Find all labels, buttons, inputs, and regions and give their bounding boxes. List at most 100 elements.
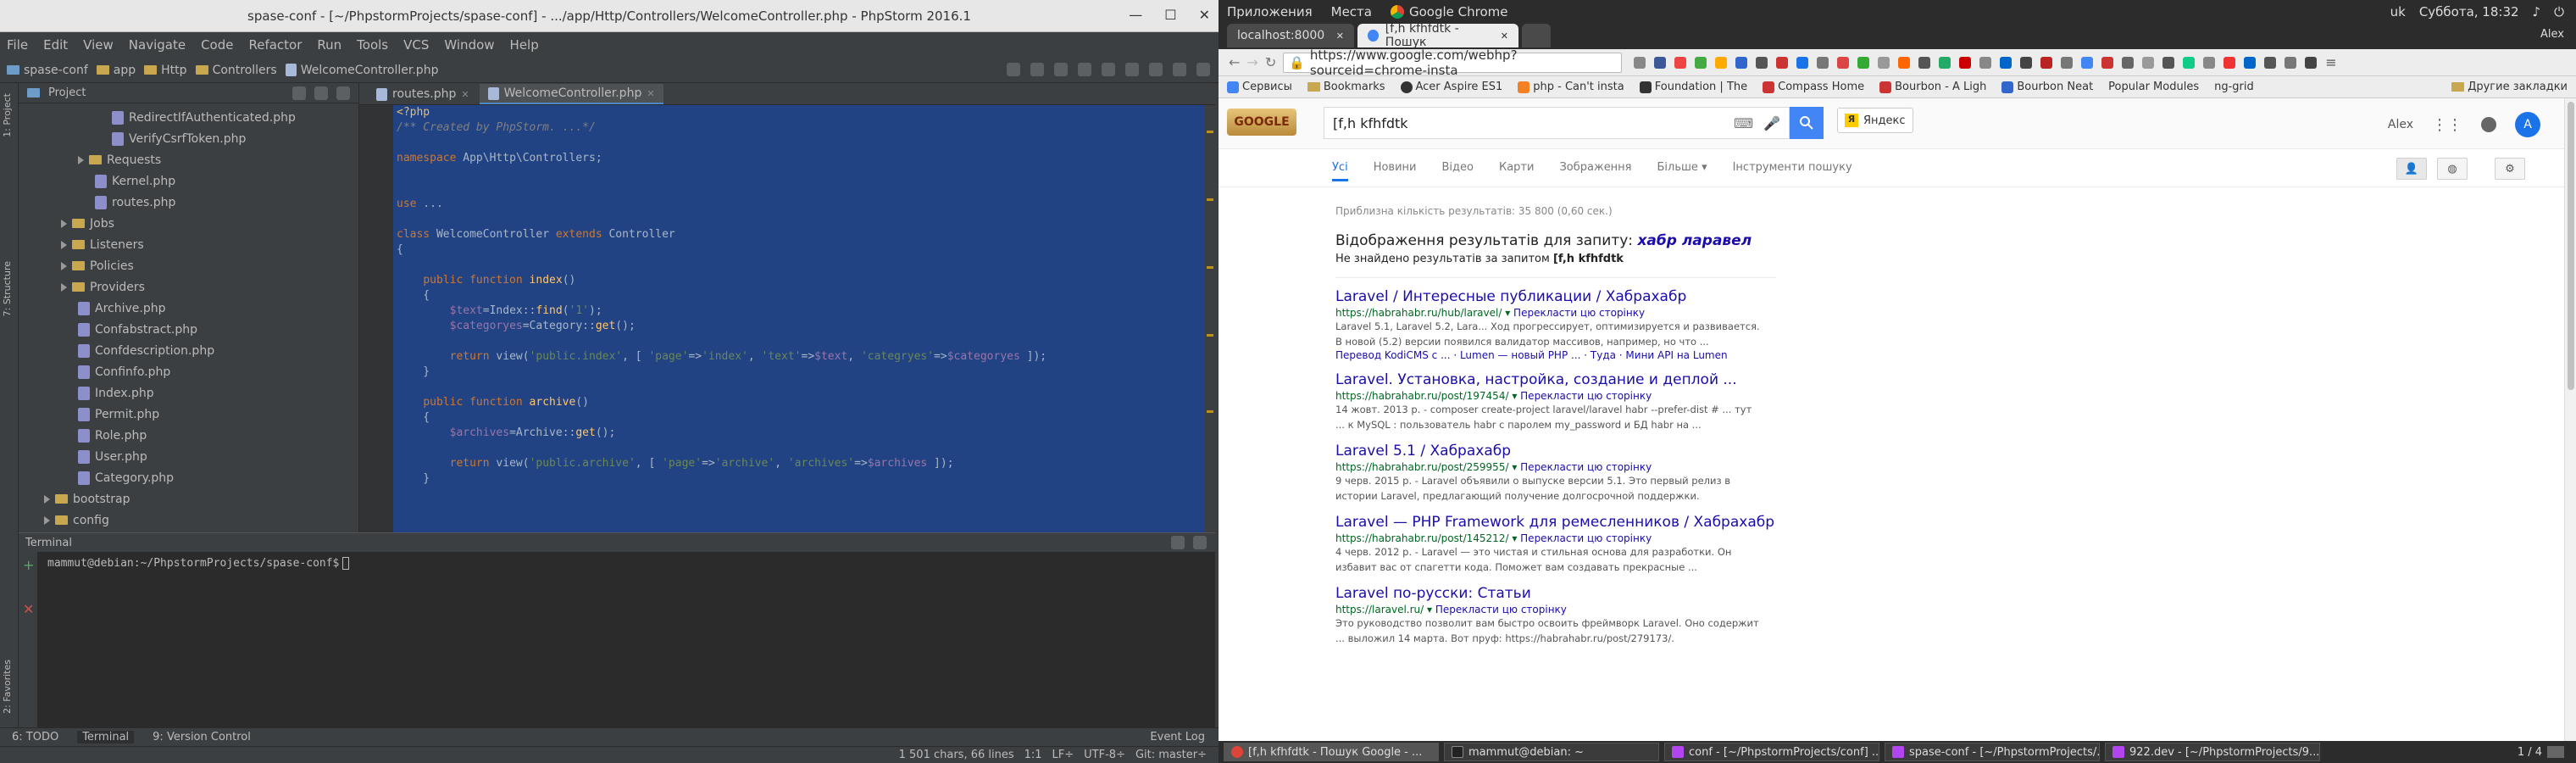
settings-gear-icon[interactable]: [1171, 536, 1185, 549]
tree-item[interactable]: Index.php: [19, 382, 358, 404]
corrected-query-link[interactable]: хабр ларавел: [1637, 232, 1752, 249]
result-title-link[interactable]: Laravel 5.1 / Хабрахабр: [1335, 443, 1776, 459]
search-button[interactable]: [1790, 107, 1824, 139]
favorites-tool-tab[interactable]: 2: Favorites: [2, 660, 13, 714]
menu-code[interactable]: Code: [201, 37, 233, 53]
hide-panel-icon[interactable]: [336, 86, 350, 100]
profile-name[interactable]: Alex: [2540, 28, 2564, 41]
extension-icon[interactable]: [1898, 56, 1911, 69]
vcs-update-icon[interactable]: [1125, 63, 1139, 76]
maximize-icon[interactable]: ☐: [1164, 7, 1176, 23]
expand-arrow-icon[interactable]: [61, 261, 67, 270]
extension-icon[interactable]: [1959, 56, 1972, 69]
keyboard-layout[interactable]: uk: [2390, 4, 2406, 19]
result-title-link[interactable]: Laravel по-русски: Статьи: [1335, 585, 1776, 602]
status-encoding[interactable]: UTF-8÷: [1084, 749, 1125, 761]
tree-item[interactable]: Jobs: [19, 213, 358, 234]
extension-icon[interactable]: [2183, 56, 2196, 69]
taskbar-phpstorm-spase[interactable]: spase-conf - [~/PhpstormProjects/...: [1885, 743, 2100, 761]
power-icon[interactable]: ⏻: [2554, 4, 2564, 19]
extension-icon[interactable]: [2101, 56, 2114, 69]
tree-item[interactable]: bootstrap: [19, 488, 358, 510]
status-line-separator[interactable]: LF÷: [1052, 749, 1074, 761]
tab-news[interactable]: Новини: [1374, 161, 1417, 174]
chrome-tab-localhost[interactable]: localhost:8000 ✕: [1227, 24, 1354, 47]
extension-icon[interactable]: [2264, 56, 2277, 69]
translate-link[interactable]: Перекласти цю сторінку: [1513, 307, 1645, 319]
apps-grid-icon[interactable]: ⋮⋮: [2432, 116, 2462, 134]
volume-icon[interactable]: ♪: [2533, 4, 2541, 19]
terminal-body[interactable]: + ✕ mammut@debian:~/PhpstormProjects/spa…: [19, 552, 1215, 728]
todo-tool-button[interactable]: 6: TODO: [7, 731, 64, 744]
bookmark-item[interactable]: Сервисы: [1227, 81, 1292, 93]
chevron-down-icon[interactable]: ▾: [1502, 307, 1513, 319]
back-icon[interactable]: ←: [1229, 54, 1240, 70]
expand-arrow-icon[interactable]: [61, 219, 67, 228]
tree-item[interactable]: Requests: [19, 149, 358, 170]
result-sitelinks[interactable]: Перевод KodiCMS с ... · Lumen — новый PH…: [1335, 349, 1776, 361]
search-icon[interactable]: [1196, 63, 1210, 76]
extension-icon[interactable]: [2081, 56, 2094, 69]
workspace-switcher[interactable]: 1 / 4: [2518, 746, 2564, 759]
reload-icon[interactable]: ↻: [1265, 54, 1276, 70]
extension-icon[interactable]: [1756, 56, 1768, 69]
run-icon[interactable]: [1030, 63, 1044, 76]
undo-icon[interactable]: [1173, 63, 1186, 76]
other-bookmarks[interactable]: Другие закладки: [2451, 81, 2568, 93]
tree-item[interactable]: Kernel.php: [19, 170, 358, 192]
breadcrumb-file[interactable]: WelcomeController.php: [285, 64, 438, 77]
terminal-tool-button[interactable]: Terminal: [77, 731, 135, 744]
close-tab-icon[interactable]: ✕: [1501, 31, 1508, 42]
menu-run[interactable]: Run: [317, 37, 341, 53]
chevron-down-icon[interactable]: ▾: [1424, 604, 1435, 615]
tree-item[interactable]: Listeners: [19, 234, 358, 255]
new-tab-button[interactable]: [1522, 24, 1551, 47]
warning-marker[interactable]: [1207, 266, 1213, 269]
run-config-dropdown-icon[interactable]: [1007, 63, 1020, 76]
status-git-branch[interactable]: Git: master÷: [1135, 749, 1207, 761]
settings-gear-icon[interactable]: ⚙: [2495, 158, 2525, 180]
extension-icon[interactable]: [2162, 56, 2175, 69]
chevron-down-icon[interactable]: ▾: [1509, 532, 1521, 544]
settings-gear-icon[interactable]: [314, 86, 328, 100]
extension-icon[interactable]: [1979, 56, 1992, 69]
bookmark-item[interactable]: Bookmarks: [1307, 81, 1385, 93]
bookmark-item[interactable]: Popular Modules: [2108, 81, 2199, 93]
tree-item[interactable]: Category.php: [19, 467, 358, 488]
forward-icon[interactable]: →: [1246, 54, 1257, 70]
account-name[interactable]: Alex: [2388, 118, 2413, 131]
extension-icon[interactable]: [2203, 56, 2216, 69]
new-session-icon[interactable]: +: [23, 557, 34, 573]
vcs-commit-icon[interactable]: [1149, 63, 1163, 76]
warning-marker[interactable]: [1207, 131, 1213, 133]
extension-icon[interactable]: [2000, 56, 2012, 69]
tree-item[interactable]: Permit.php: [19, 404, 358, 425]
close-tab-icon[interactable]: ✕: [1336, 31, 1344, 42]
expand-arrow-icon[interactable]: [44, 494, 50, 504]
translate-link[interactable]: Перекласти цю сторінку: [1520, 532, 1652, 544]
extension-icon[interactable]: [1674, 56, 1687, 69]
tree-item[interactable]: Role.php: [19, 425, 358, 446]
editor-scrollbar[interactable]: [1205, 105, 1215, 532]
omnibox[interactable]: 🔒 https://www.google.com/webhp?sourceid=c…: [1283, 47, 1623, 78]
expand-arrow-icon[interactable]: [78, 155, 84, 164]
extension-icon[interactable]: [2040, 56, 2053, 69]
menu-file[interactable]: File: [7, 37, 28, 53]
project-tool-tab[interactable]: 1: Project: [2, 93, 13, 137]
breadcrumb-app[interactable]: app: [96, 64, 136, 77]
extension-icon[interactable]: [1918, 56, 1931, 69]
expand-arrow-icon[interactable]: [61, 240, 67, 249]
extension-icon[interactable]: [2305, 56, 2318, 69]
extension-icon[interactable]: [2142, 56, 2155, 69]
debug-icon[interactable]: [1054, 63, 1068, 76]
extension-icon[interactable]: [1695, 56, 1707, 69]
extension-icon[interactable]: [1939, 56, 1951, 69]
result-title-link[interactable]: Laravel. Установка, настройка, создание …: [1335, 371, 1776, 388]
close-tab-icon[interactable]: ✕: [461, 89, 469, 100]
tree-item[interactable]: Providers: [19, 276, 358, 298]
extension-icon[interactable]: [1817, 56, 1829, 69]
menu-help[interactable]: Help: [510, 37, 539, 53]
page-scrollbar[interactable]: [2564, 98, 2576, 741]
clock[interactable]: Суббота, 18:32: [2419, 4, 2519, 19]
tree-item[interactable]: VerifyCsrfToken.php: [19, 128, 358, 149]
